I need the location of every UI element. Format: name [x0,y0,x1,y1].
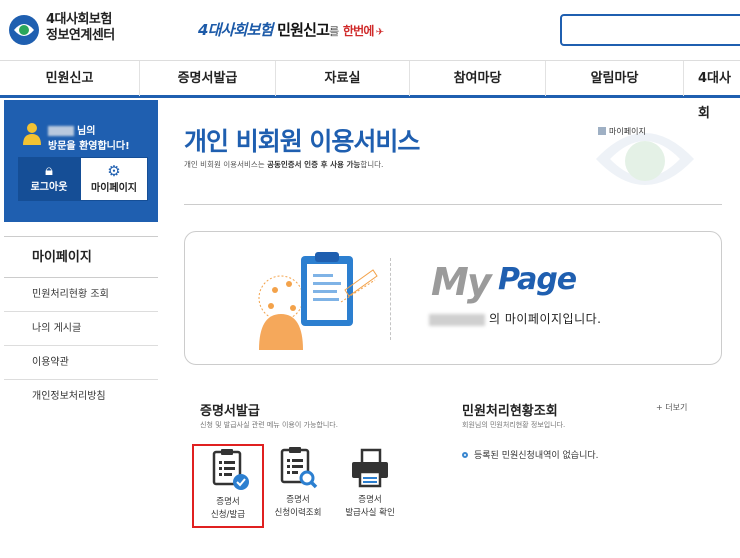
side-item-civil-status[interactable]: 민원처리현황 조회 [4,278,158,312]
welcome-suffix: 님의 [77,126,96,137]
slogan-part1: 4대사회보험 [198,21,273,39]
nav-item-certificate[interactable]: 증명서발급 [140,61,276,96]
cert-section-desc: 신청 및 발급사실 관련 메뉴 이용이 가능합니다. [200,421,338,429]
nav-item-library[interactable]: 자료실 [276,61,410,96]
banner-page-text: Page [498,262,577,297]
slogan-part3: 를 [329,25,339,38]
logo-line2: 정보연계센터 [46,28,115,43]
header: 4대사회보험 정보연계센터 4대사회보험 민원신고를 한번에 ✈ [0,0,740,60]
lock-icon: 🔒︎ [45,161,53,179]
logout-button[interactable]: 🔒︎ 로그아웃 [18,157,80,201]
cert-verify-line1: 증명서 [358,495,382,505]
banner-message-text: 의 마이페이지입니다. [489,312,602,326]
search-input[interactable] [560,14,740,46]
cert-section-title: 증명서발급 [200,404,260,419]
welcome-line2: 방문을 환영합니다! [48,141,130,152]
main-nav: 민원신고 증명서발급 자료실 참여마당 알림마당 4대사회 [0,60,740,121]
status-empty-message: 등록된 민원신청내역이 없습니다. [462,448,599,461]
desc-pre: 개인 비회원 이용서비스는 [184,160,268,169]
cert-history-line1: 증명서 [286,495,310,505]
side-item-terms[interactable]: 이용약관 [4,346,158,380]
bullet-icon [462,452,468,458]
logout-label: 로그아웃 [30,182,68,193]
status-section-desc: 회원님의 민원처리현황 정보입니다. [462,421,566,429]
masked-username [48,126,74,136]
desc-post: 합니다. [360,160,384,169]
cert-history-button[interactable]: 증명서 신청이력조회 [262,444,334,528]
more-link[interactable]: + 더보기 [656,402,687,413]
cert-apply-issue-line1: 증명서 [216,497,240,507]
home-icon[interactable] [598,127,606,135]
nav-item-4insurance[interactable]: 4대사회 [684,61,740,121]
cert-history-label: 증명서 신청이력조회 [262,494,334,520]
breadcrumb: 마이페이지 [598,126,646,137]
desc-bold: 공동인증서 인증 후 사용 가능 [267,160,361,169]
page-title: 개인 비회원 이용서비스 [184,127,420,156]
document-check-icon [212,449,249,490]
slogan-part2: 민원신고 [277,21,330,39]
side-item-privacy[interactable]: 개인정보처리방침 [4,380,158,414]
welcome-text: 님의 방문을 환영합니다! [48,124,130,154]
side-item-my-posts[interactable]: 나의 게시글 [4,312,158,346]
page-description: 개인 비회원 이용서비스는 공동인증서 인증 후 사용 가능합니다. [184,159,383,170]
logo-line1: 4대사회보험 [46,12,112,27]
cert-verify-label: 증명서 발급사실 확인 [334,494,406,520]
cert-apply-issue-line2: 신청/발급 [210,510,246,520]
profile-box: 님의 방문을 환영합니다! 🔒︎ 로그아웃 ⚙ 마이페이지 [4,100,158,222]
mypage-button[interactable]: ⚙ 마이페이지 [80,157,148,201]
logo-text: 4대사회보험 정보연계센터 [46,12,115,44]
status-section-title: 민원처리현황조회 [462,404,558,419]
user-icon [23,123,41,145]
clipboard-illustration-icon [258,252,378,350]
document-search-icon [280,447,318,489]
cert-apply-issue-label: 증명서 신청/발급 [194,496,262,522]
nav-item-notice[interactable]: 알림마당 [546,61,684,96]
logo-eye-icon [9,15,39,45]
banner-my-text: My [431,260,492,304]
nav-item-civil-report[interactable]: 민원신고 [0,61,140,96]
breadcrumb-current: 마이페이지 [609,127,646,136]
masked-name [429,313,485,326]
divider [184,204,722,205]
side-menu: 마이페이지 민원처리현황 조회 나의 게시글 이용약관 개인정보처리방침 [4,236,158,414]
cert-verify-button[interactable]: 증명서 발급사실 확인 [334,444,406,528]
airplane-icon: ✈ [375,27,384,38]
logo[interactable]: 4대사회보험 정보연계센터 [8,12,138,50]
mypage-banner: My Page 의 마이페이지입니다. [184,231,722,365]
slogan: 4대사회보험 민원신고를 한번에 ✈ [198,19,384,40]
mypage-label: 마이페이지 [91,183,137,194]
cert-history-line2: 신청이력조회 [274,508,322,518]
side-menu-title: 마이페이지 [4,236,158,278]
printer-icon [352,448,388,488]
gear-icon: ⚙ [107,162,121,180]
banner-message: 의 마이페이지입니다. [429,310,602,327]
status-empty-text: 등록된 민원신청내역이 없습니다. [474,451,599,461]
slogan-part4: 한번에 [342,24,375,38]
cert-apply-issue-button[interactable]: 증명서 신청/발급 [192,444,264,528]
cert-verify-line2: 발급사실 확인 [345,508,395,518]
banner-separator [390,258,391,340]
nav-item-participation[interactable]: 참여마당 [410,61,546,96]
